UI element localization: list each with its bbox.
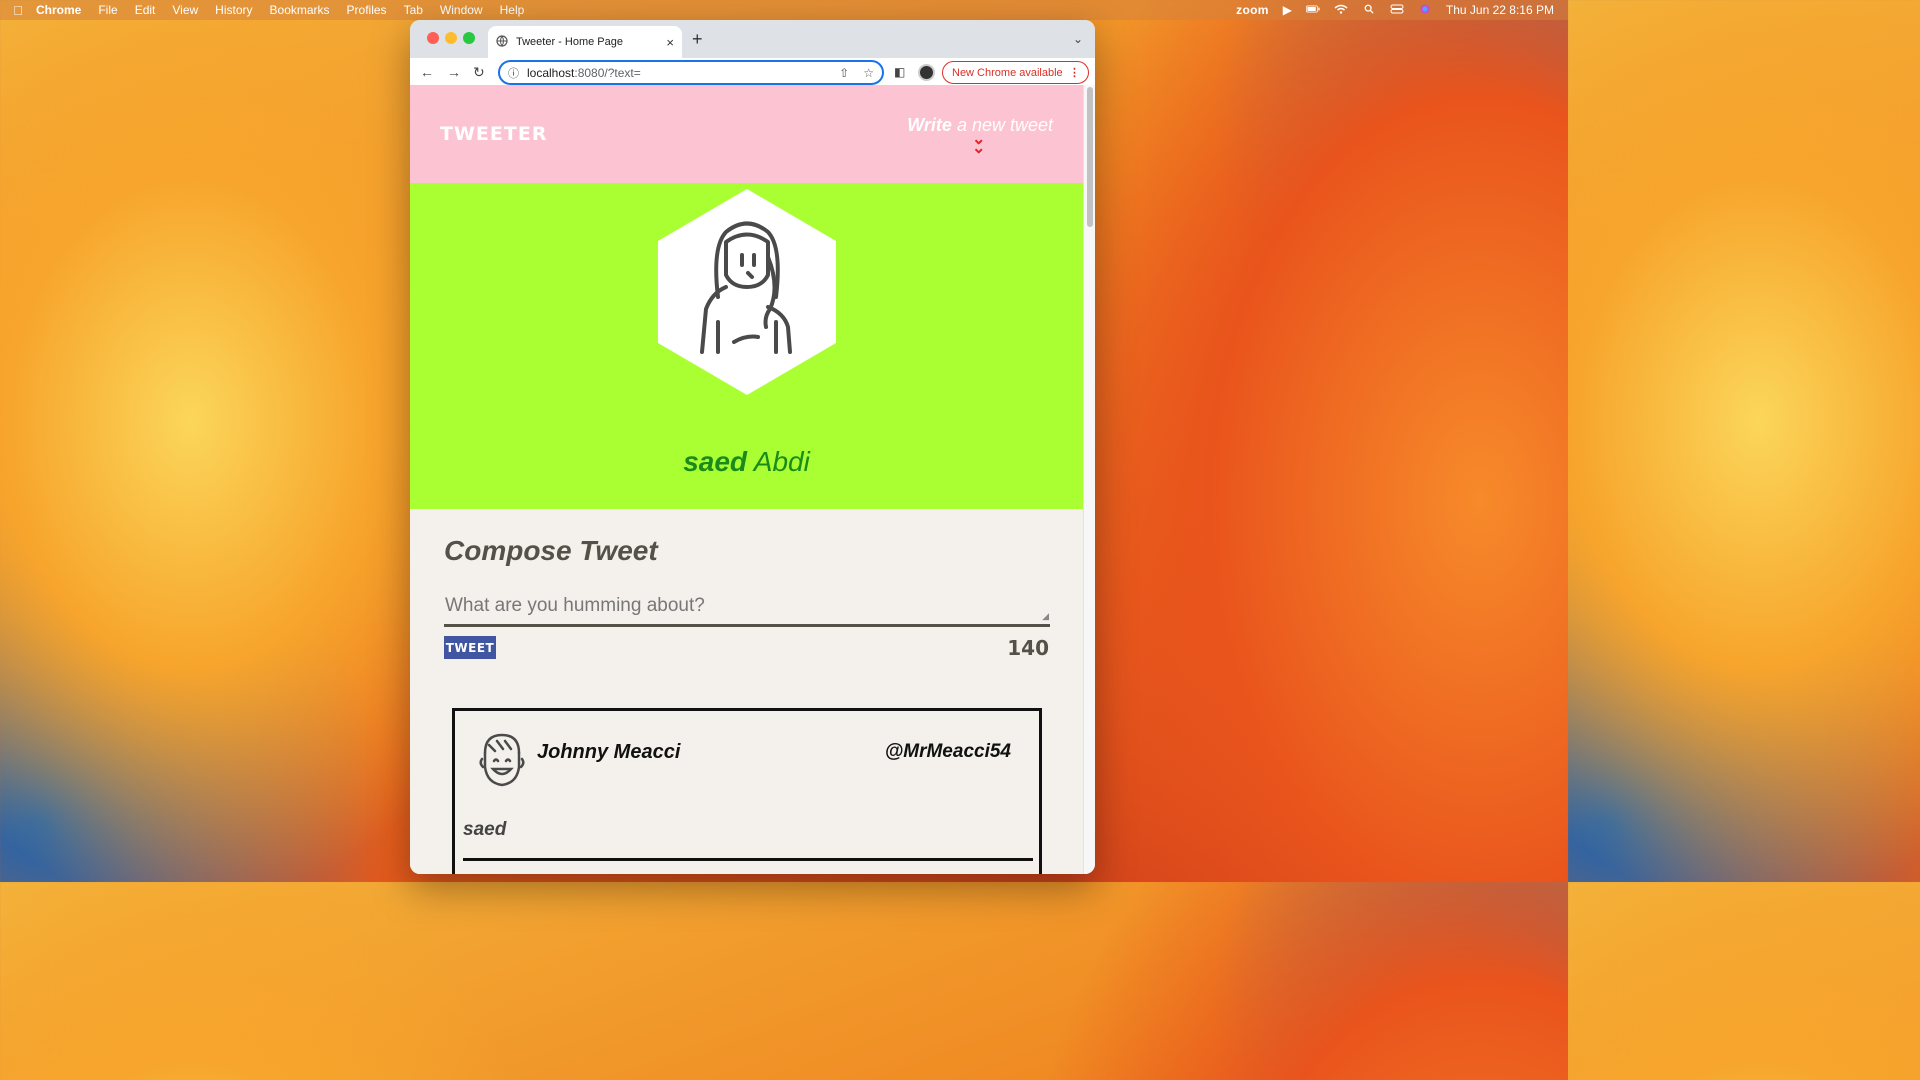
site-info-icon[interactable]: ⓘ <box>508 65 519 81</box>
tweet-avatar <box>479 733 525 787</box>
macos-menubar:  Chrome File Edit View History Bookmark… <box>0 0 1568 20</box>
compose-title: Compose Tweet <box>444 535 658 566</box>
tweet-divider <box>463 858 1033 861</box>
control-center-icon[interactable] <box>1390 3 1404 17</box>
globe-icon <box>496 34 508 50</box>
forward-arrow-icon[interactable]: → <box>447 64 461 80</box>
chrome-window: Tweeter - Home Page × + ⌄ ← → ↻ ⓘ localh… <box>410 20 1095 874</box>
clock-datetime[interactable]: Thu Jun 22 8:16 PM <box>1446 3 1554 17</box>
address-bar[interactable]: ⓘ localhost:8080/?text= ⇧ ☆ <box>498 60 884 85</box>
battery-icon[interactable] <box>1305 3 1320 17</box>
browser-tab[interactable]: Tweeter - Home Page × <box>488 26 682 58</box>
tweet-author-name: Johnny Meacci <box>537 741 681 763</box>
url-host: localhost <box>527 65 575 80</box>
menu-tab[interactable]: Tab <box>404 3 423 17</box>
play-icon[interactable]: ▶ <box>1283 3 1292 17</box>
browser-toolbar: ← → ↻ ⓘ localhost:8080/?text= ⇧ ☆ ◧ New … <box>410 58 1095 88</box>
profile-header: saed Abdi <box>410 183 1083 509</box>
siri-icon[interactable] <box>1418 3 1432 17</box>
close-window-button[interactable] <box>427 32 439 44</box>
apple-icon[interactable]:  <box>0 3 36 18</box>
resize-grip-icon[interactable]: ◢ <box>1042 611 1049 622</box>
zoom-status-item[interactable]: zoom <box>1236 3 1269 17</box>
menu-edit[interactable]: Edit <box>135 3 156 17</box>
update-label: New Chrome available <box>952 66 1063 79</box>
char-counter: 140 <box>1007 636 1049 660</box>
menu-bookmarks[interactable]: Bookmarks <box>270 3 330 17</box>
menu-view[interactable]: View <box>172 3 198 17</box>
tab-strip: Tweeter - Home Page × + ⌄ <box>410 20 1095 58</box>
tab-title: Tweeter - Home Page <box>516 36 623 48</box>
double-chevron-down-icon[interactable]: ⌄ ⌄ <box>972 132 985 157</box>
url-path: :8080/?text= <box>574 65 641 80</box>
profile-first-name: saed <box>683 446 748 477</box>
tweet-author-handle: @MrMeacci54 <box>884 741 1011 762</box>
profile-avatar-hexagon <box>658 189 836 395</box>
new-chrome-available-button[interactable]: New Chrome available ⋮ <box>942 61 1089 84</box>
search-icon[interactable] <box>1362 3 1376 17</box>
menu-file[interactable]: File <box>98 3 117 17</box>
tweet-card: Johnny Meacci @MrMeacci54 saed <box>452 708 1042 874</box>
tab-search-chevron-icon[interactable]: ⌄ <box>1073 32 1083 46</box>
brand-logo[interactable]: TWEETER <box>440 123 547 145</box>
menu-app-name[interactable]: Chrome <box>36 3 81 17</box>
tweet-submit-button[interactable]: TWEET <box>444 636 496 659</box>
tweet-content: saed <box>463 819 507 840</box>
wifi-icon[interactable] <box>1334 3 1348 17</box>
minimize-window-button[interactable] <box>445 32 457 44</box>
site-nav: TWEETER Write a new tweet ⌄ ⌄ <box>410 85 1083 183</box>
write-label: Write <box>907 115 952 135</box>
reload-icon[interactable]: ↻ <box>473 64 485 81</box>
menu-history[interactable]: History <box>215 3 252 17</box>
page-viewport: TWEETER Write a new tweet ⌄ ⌄ saed Abdi … <box>410 85 1083 874</box>
scrollbar-thumb[interactable] <box>1087 87 1093 227</box>
bookmark-star-icon[interactable]: ☆ <box>863 66 874 80</box>
profile-name: saed Abdi <box>410 446 1083 478</box>
side-panel-icon[interactable]: ◧ <box>894 65 905 79</box>
new-tab-button[interactable]: + <box>692 29 703 50</box>
menu-profiles[interactable]: Profiles <box>347 3 387 17</box>
man-avatar-icon <box>479 733 525 787</box>
share-icon[interactable]: ⇧ <box>839 66 849 80</box>
menubar-status-area: zoom ▶ Thu Jun 22 8:16 PM <box>1236 3 1568 17</box>
kebab-menu-icon[interactable]: ⋮ <box>1069 66 1080 79</box>
back-arrow-icon[interactable]: ← <box>420 64 434 80</box>
close-tab-icon[interactable]: × <box>666 35 674 50</box>
vertical-scrollbar[interactable] <box>1083 85 1095 874</box>
profile-avatar[interactable] <box>918 64 935 81</box>
tweet-textarea-placeholder: What are you humming about? <box>445 595 705 616</box>
zoom-window-button[interactable] <box>463 32 475 44</box>
menu-help[interactable]: Help <box>500 3 525 17</box>
profile-last-name: Abdi <box>753 446 810 477</box>
menu-window[interactable]: Window <box>440 3 483 17</box>
tweet-textarea[interactable]: What are you humming about? ◢ <box>444 587 1050 627</box>
